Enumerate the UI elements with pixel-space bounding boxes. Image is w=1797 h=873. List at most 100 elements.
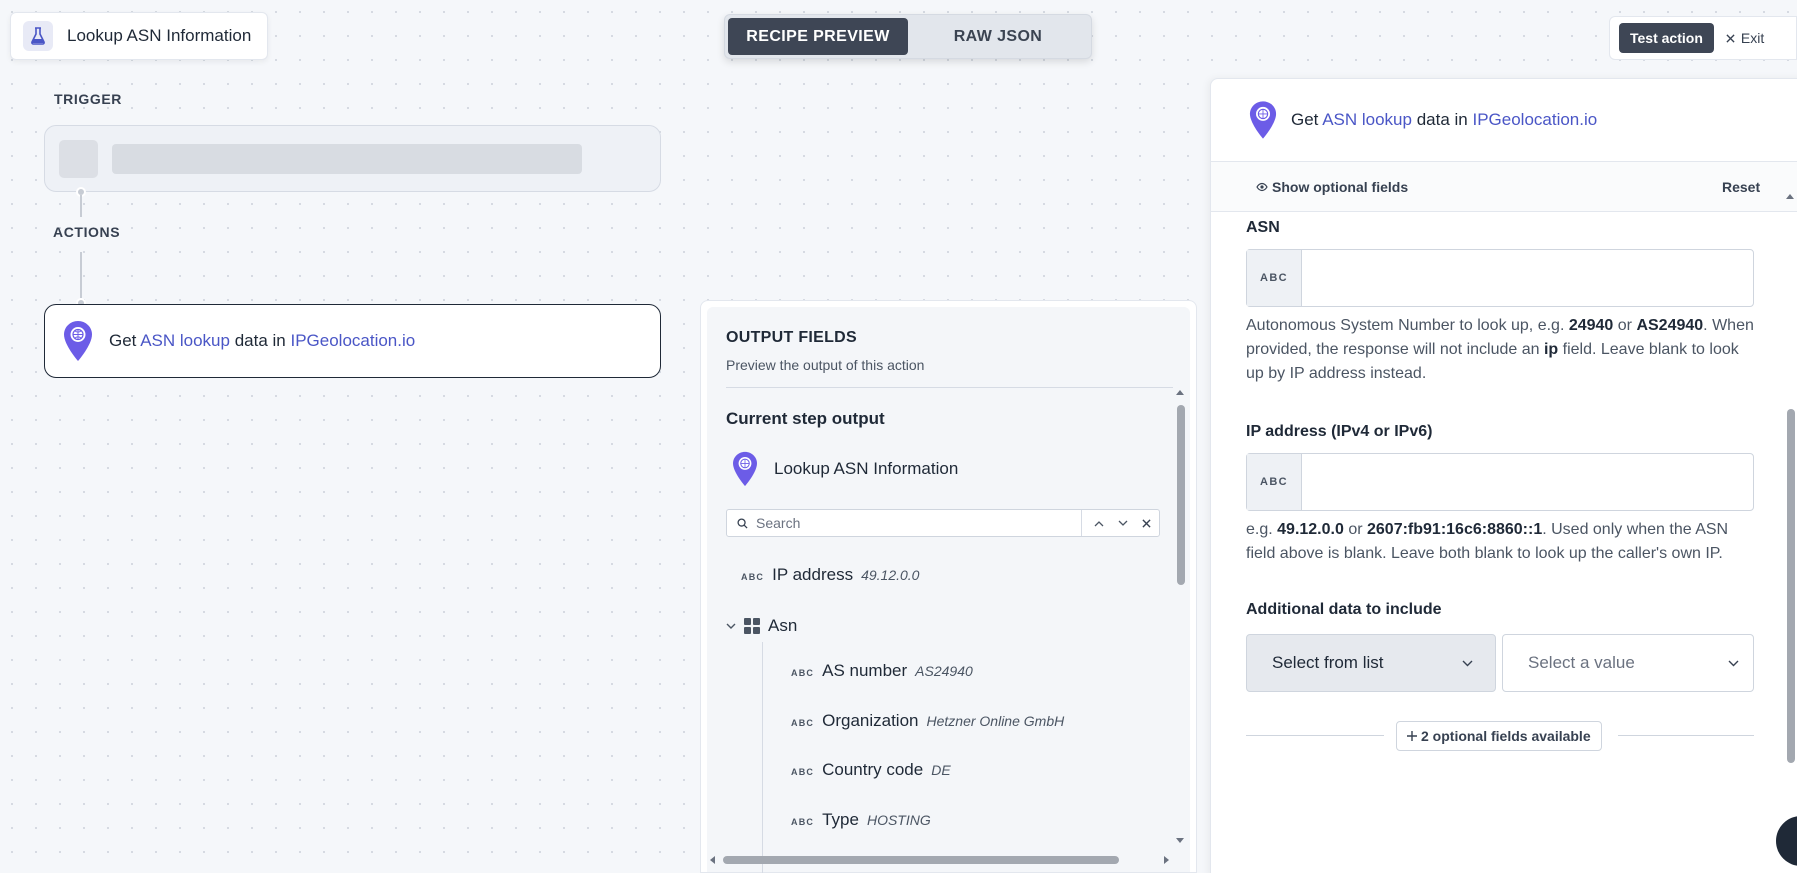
output-field-organization[interactable]: ABC Organization Hetzner Online GmbH: [791, 711, 1064, 731]
field-label: AS number: [822, 661, 908, 680]
select-value-dropdown[interactable]: Select a value: [1502, 634, 1754, 692]
exit-label: Exit: [1740, 30, 1765, 46]
asn-input[interactable]: ABC: [1246, 249, 1754, 307]
output-vertical-scrollbar[interactable]: [1174, 385, 1186, 849]
action-step-title: Get ASN lookup data in IPGeolocation.io: [109, 331, 416, 350]
output-field-as-number[interactable]: ABC AS number AS24940: [791, 661, 973, 681]
action-config-panel: Get ASN lookup data in IPGeolocation.io …: [1210, 78, 1797, 873]
flask-icon: [23, 21, 53, 51]
close-icon[interactable]: [1142, 518, 1151, 528]
close-icon: [1726, 33, 1735, 43]
skeleton-bar: [112, 143, 582, 174]
field-sample: Hetzner Online GmbH: [926, 713, 1065, 729]
output-field-country-code[interactable]: ABC Country code DE: [791, 760, 951, 780]
optional-fields-button[interactable]: 2 optional fields available: [1396, 721, 1602, 751]
ip-help-text: e.g. 49.12.0.0 or 2607:fb91:16c6:8860::1…: [1246, 521, 1729, 562]
ip-input-value[interactable]: [1302, 454, 1753, 510]
config-title: Get ASN lookup data in IPGeolocation.io: [1291, 110, 1598, 129]
chevron-down-icon[interactable]: [726, 623, 736, 630]
current-step-heading: Current step output: [726, 409, 885, 428]
exit-button[interactable]: Exit: [1726, 30, 1764, 46]
plus-icon: [1407, 731, 1417, 741]
trigger-card-placeholder[interactable]: [44, 125, 661, 192]
top-actions: Test action Exit: [1609, 16, 1797, 60]
ip-field-label: IP address (IPv4 or IPv6): [1246, 423, 1433, 440]
divider: [726, 387, 1173, 388]
ipgeolocation-link[interactable]: IPGeolocation.io: [290, 331, 415, 350]
step-name: Lookup ASN Information: [774, 459, 959, 478]
trigger-label: TRIGGER: [54, 91, 122, 107]
actions-label: ACTIONS: [53, 224, 121, 240]
text-type-icon: ABC: [1247, 454, 1302, 510]
chevron-down-icon: [1728, 660, 1739, 666]
asn-input-value[interactable]: [1302, 250, 1753, 306]
output-field-ip-address[interactable]: ABC IP address 49.12.0.0: [741, 565, 919, 585]
asn-lookup-link[interactable]: ASN lookup: [140, 331, 230, 350]
chevron-down-icon[interactable]: [1118, 520, 1128, 527]
text-type-icon: ABC: [1247, 250, 1302, 306]
location-pin-icon: [733, 451, 757, 487]
asn-field-label: ASN: [1246, 219, 1280, 236]
tab-raw-json[interactable]: RAW JSON: [908, 18, 1088, 55]
field-label: Type: [822, 810, 859, 829]
config-scrollbar[interactable]: [1785, 189, 1795, 873]
show-optional-label: Show optional fields: [1272, 179, 1409, 195]
scroll-down-icon[interactable]: [1176, 838, 1184, 844]
ipgeolocation-link[interactable]: IPGeolocation.io: [1472, 110, 1597, 129]
scroll-up-icon[interactable]: [1786, 193, 1794, 199]
connector-line: [80, 252, 82, 298]
optional-fields-label: 2 optional fields available: [1421, 728, 1591, 744]
scrollbar-thumb[interactable]: [1787, 409, 1795, 763]
action-step-card[interactable]: Get ASN lookup data in IPGeolocation.io: [44, 304, 661, 378]
field-sample: DE: [931, 762, 951, 778]
search-icon: [737, 517, 748, 529]
output-fields-panel: OUTPUT FIELDS Preview the output of this…: [700, 300, 1197, 873]
ip-address-input[interactable]: ABC: [1246, 453, 1754, 511]
asn-help-text: Autonomous System Number to look up, e.g…: [1246, 317, 1754, 382]
field-sample: AS24940: [915, 663, 973, 679]
location-pin-icon: [1249, 101, 1277, 139]
additional-data-label: Additional data to include: [1246, 601, 1442, 618]
output-title: OUTPUT FIELDS: [726, 329, 858, 346]
chevron-down-icon: [1462, 660, 1473, 666]
field-sample: HOSTING: [866, 812, 931, 828]
scrollbar-thumb[interactable]: [1177, 405, 1185, 585]
output-group-asn[interactable]: Asn: [726, 616, 797, 636]
output-subtitle: Preview the output of this action: [726, 357, 925, 373]
scrollbar-thumb[interactable]: [723, 856, 1119, 864]
chevron-up-icon[interactable]: [1094, 520, 1104, 527]
field-label: Organization: [822, 711, 919, 730]
scroll-right-icon[interactable]: [1164, 856, 1170, 864]
search-placeholder: Search: [756, 515, 801, 531]
field-label: IP address: [772, 565, 854, 584]
location-pin-icon: [64, 321, 92, 361]
step-output-header: Lookup ASN Information: [732, 451, 958, 487]
scroll-up-icon[interactable]: [1176, 389, 1184, 395]
output-horizontal-scrollbar[interactable]: [706, 852, 1172, 866]
tab-recipe-preview[interactable]: RECIPE PREVIEW: [728, 18, 908, 55]
field-sample: 49.12.0.0: [861, 567, 920, 583]
eye-icon: [1256, 182, 1268, 192]
show-optional-fields-button[interactable]: Show optional fields: [1256, 179, 1408, 195]
reset-button[interactable]: Reset: [1722, 179, 1760, 195]
grid-icon: [744, 618, 760, 634]
scroll-left-icon[interactable]: [709, 856, 715, 864]
select-value-placeholder: Select a value: [1528, 653, 1635, 672]
connector-line: [80, 195, 82, 217]
field-label: Country code: [822, 760, 924, 779]
test-action-button[interactable]: Test action: [1619, 23, 1714, 53]
group-label: Asn: [768, 616, 798, 635]
asn-lookup-link[interactable]: ASN lookup: [1322, 110, 1412, 129]
output-field-type[interactable]: ABC Type HOSTING: [791, 810, 931, 830]
divider: [1618, 735, 1754, 736]
skeleton-icon: [59, 139, 98, 178]
config-header: Get ASN lookup data in IPGeolocation.io: [1211, 79, 1797, 162]
select-mode-dropdown[interactable]: Select from list: [1246, 634, 1496, 692]
divider: [1246, 735, 1384, 736]
text-type-icon: ABC: [741, 572, 765, 582]
tree-guide-line: [762, 642, 763, 873]
text-type-icon: ABC: [791, 767, 815, 777]
select-mode-value: Select from list: [1272, 653, 1384, 672]
text-type-icon: ABC: [791, 668, 815, 678]
output-search-input[interactable]: Search: [726, 509, 1160, 537]
